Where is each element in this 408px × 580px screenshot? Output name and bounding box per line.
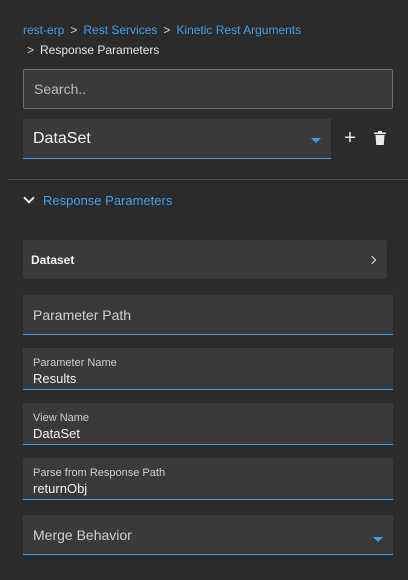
section-header-response-parameters[interactable]: Response Parameters	[23, 191, 172, 209]
breadcrumb-row-2: > Response Parameters	[23, 42, 403, 58]
breadcrumb-link-rest-services[interactable]: Rest Services	[83, 23, 157, 37]
parameter-path-field[interactable]: Parameter Path	[23, 295, 393, 335]
parse-response-path-field[interactable]: Parse from Response Path returnObj	[23, 458, 393, 500]
breadcrumb-current: Response Parameters	[40, 43, 160, 57]
view-name-label: View Name	[33, 412, 90, 424]
breadcrumb-separator: >	[70, 23, 78, 37]
properties-panel: rest-erp > Rest Services > Kinetic Rest Argu…	[8, 0, 408, 580]
parameter-name-field[interactable]: Parameter Name Results	[23, 348, 393, 390]
search-placeholder: Search..	[34, 81, 87, 97]
breadcrumb-separator: >	[27, 43, 35, 57]
caret-down-icon	[311, 138, 321, 143]
breadcrumb-link-kinetic-rest-arguments[interactable]: Kinetic Rest Arguments	[176, 23, 301, 37]
parameter-path-label: Parameter Path	[33, 306, 132, 323]
dataset-dropdown[interactable]: DataSet	[23, 119, 331, 159]
caret-down-icon	[373, 537, 383, 542]
breadcrumb: rest-erp > Rest Services > Kinetic Rest Argu…	[23, 22, 403, 58]
dataset-dropdown-value: DataSet	[33, 129, 91, 147]
dataset-row[interactable]: Dataset	[23, 240, 387, 279]
chevron-right-icon	[367, 255, 377, 264]
dataset-row-label: Dataset	[31, 252, 75, 267]
parameter-name-label: Parameter Name	[33, 357, 117, 369]
parse-response-path-label: Parse from Response Path	[33, 467, 166, 479]
breadcrumb-link-rest-erp[interactable]: rest-erp	[23, 23, 64, 37]
merge-behavior-dropdown[interactable]: Merge Behavior	[23, 515, 393, 555]
section-title: Response Parameters	[43, 192, 173, 208]
view-name-value: DataSet	[33, 426, 80, 441]
chevron-down-icon	[23, 192, 35, 204]
search-input[interactable]: Search..	[23, 69, 393, 109]
section-divider	[8, 179, 408, 180]
add-icon[interactable]: +	[342, 128, 358, 148]
breadcrumb-separator: >	[163, 23, 171, 37]
breadcrumb-row-1: rest-erp > Rest Services > Kinetic Rest Argu…	[23, 22, 403, 38]
parse-response-path-value: returnObj	[33, 481, 88, 496]
parameter-name-value: Results	[33, 371, 77, 386]
merge-behavior-label: Merge Behavior	[33, 526, 132, 543]
view-name-field[interactable]: View Name DataSet	[23, 403, 393, 445]
trash-icon[interactable]	[373, 131, 387, 145]
